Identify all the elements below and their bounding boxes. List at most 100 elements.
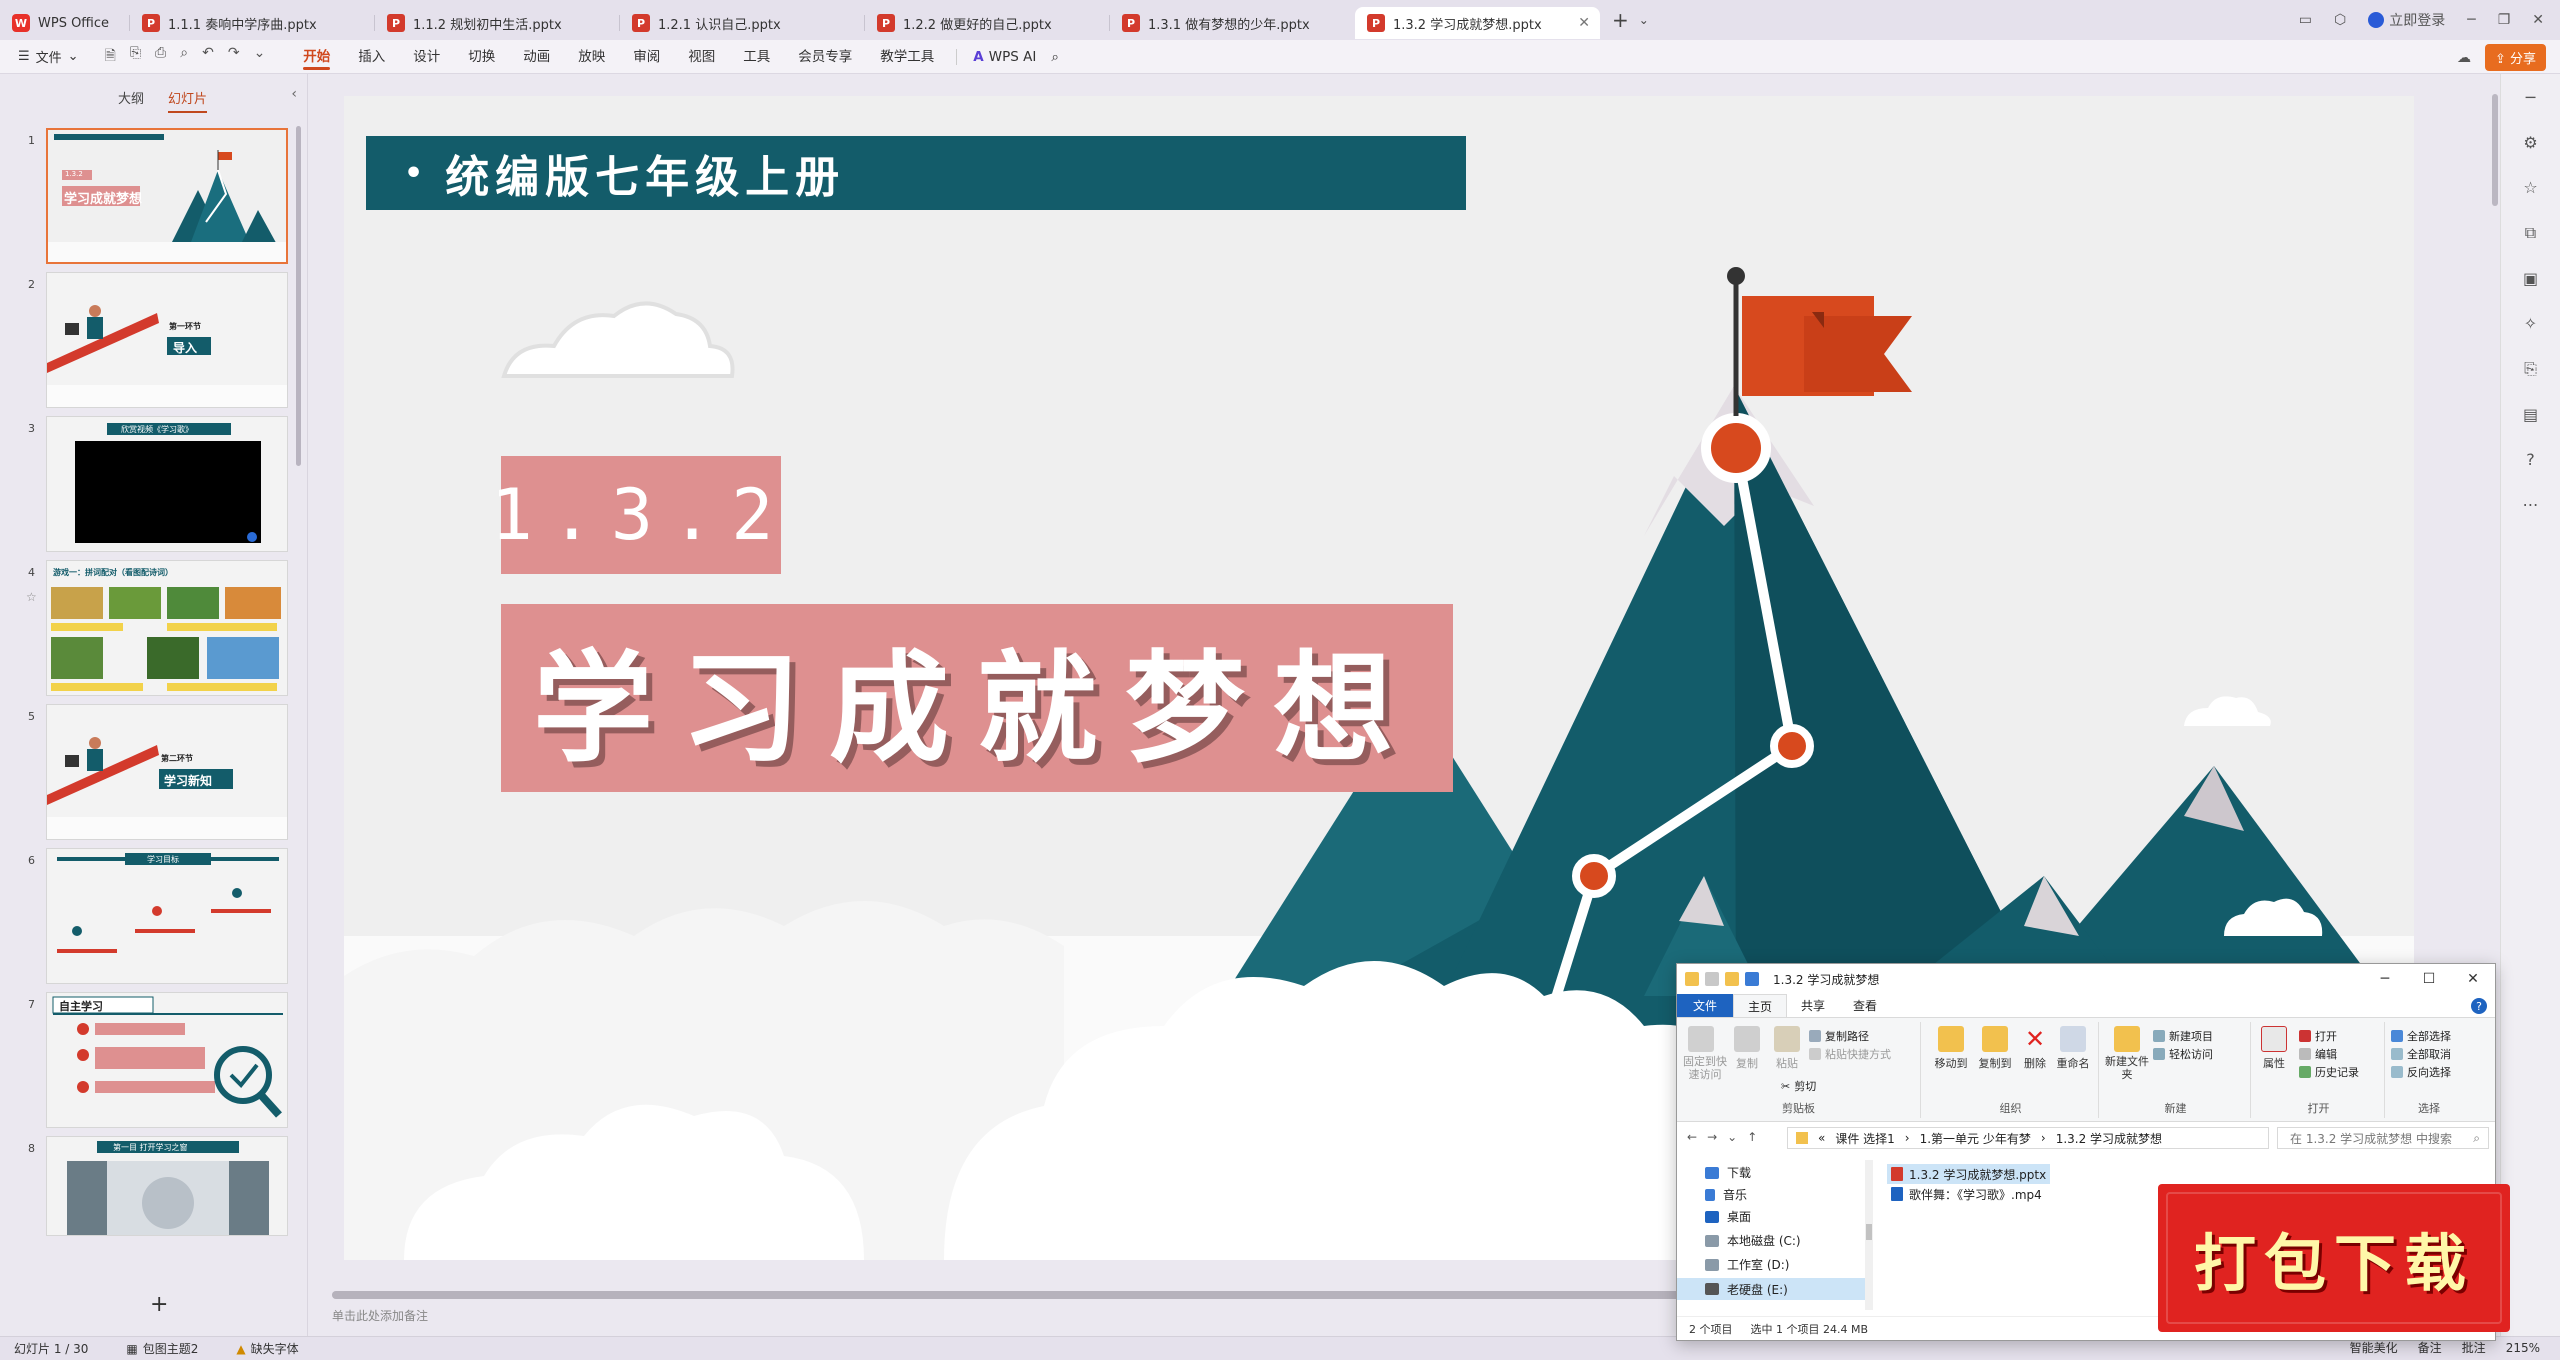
menu-tab-teaching-tools[interactable]: 教学工具 xyxy=(866,40,948,74)
cloud-sync-icon[interactable]: ☁ xyxy=(2457,50,2471,66)
image-icon[interactable]: ▣ xyxy=(2523,269,2538,288)
restore-icon[interactable]: ❐ xyxy=(2498,12,2511,28)
save-icon[interactable]: 🗎 xyxy=(105,45,116,69)
close-tab-icon[interactable]: ✕ xyxy=(1578,15,1590,31)
export-pdf-icon[interactable]: ⎘ xyxy=(130,45,141,69)
edit-button[interactable]: 编辑 xyxy=(2299,1046,2337,1062)
slide-thumb-row-2[interactable]: 2 第一环节 导入 xyxy=(0,272,300,408)
slide-thumbnail[interactable]: 游戏一：拼词配对（看图配诗词） xyxy=(46,560,288,696)
print-icon[interactable]: ⎙ xyxy=(155,45,166,69)
slide-thumbnail[interactable]: 自主学习 xyxy=(46,992,288,1128)
close-window-icon[interactable]: ✕ xyxy=(2532,12,2544,28)
doc-tab-5[interactable]: P 1.3.1 做有梦想的少年.pptx xyxy=(1110,7,1355,39)
menu-tab-slideshow[interactable]: 放映 xyxy=(564,40,619,74)
nav-item-downloads[interactable]: 下载 xyxy=(1705,1164,1751,1181)
slide-thumbnail[interactable]: 欣赏视频《学习歌》 xyxy=(46,416,288,552)
new-item-button[interactable]: 新建项目 xyxy=(2153,1028,2213,1044)
panel-scrollbar[interactable] xyxy=(296,126,301,466)
doc-tab-2[interactable]: P 1.1.2 规划初中生活.pptx xyxy=(375,7,620,39)
help-icon[interactable]: ? xyxy=(2526,450,2535,469)
zoom-level[interactable]: 215% xyxy=(2506,1341,2540,1355)
select-none-button[interactable]: 全部取消 xyxy=(2391,1046,2451,1062)
menu-tab-review[interactable]: 审阅 xyxy=(619,40,674,74)
file-menu[interactable]: ☰ 文件 ⌄ xyxy=(0,47,79,66)
notes-placeholder[interactable]: 单击此处添加备注 xyxy=(332,1307,428,1324)
menu-tab-view[interactable]: 视图 xyxy=(674,40,729,74)
up-icon[interactable]: ↑ xyxy=(1747,1130,1757,1144)
wps-ai-button[interactable]: A WPS AI ⌕ xyxy=(956,48,1059,65)
menu-tab-tools[interactable]: 工具 xyxy=(729,40,784,74)
search-icon[interactable]: ⌕ xyxy=(1051,49,1059,65)
settings-sliders-icon[interactable]: ⚙ xyxy=(2523,133,2537,152)
file-row[interactable]: 1.3.2 学习成就梦想.pptx xyxy=(1887,1164,2051,1184)
breadcrumb-item[interactable]: 课件 选择1 xyxy=(1835,1130,1894,1147)
minus-icon[interactable]: ─ xyxy=(2526,88,2536,107)
new-folder-icon[interactable] xyxy=(1725,972,1739,986)
comments-button[interactable]: 批注 xyxy=(2462,1339,2486,1356)
tab-outline[interactable]: 大纲 xyxy=(118,88,144,107)
missing-font-button[interactable]: ▲ 缺失字体 xyxy=(236,1340,298,1357)
new-folder-button[interactable]: 新建文件夹 xyxy=(2105,1026,2149,1081)
history-button[interactable]: 历史记录 xyxy=(2299,1064,2359,1080)
wps-home-tab[interactable]: W WPS Office xyxy=(0,7,130,39)
pin-quick-access-button[interactable]: 固定到快速访问 xyxy=(1681,1026,1727,1081)
slide-thumbnail[interactable]: 学习成就梦想 1.3.2 xyxy=(46,128,288,264)
share-button[interactable]: ⇪ 分享 xyxy=(2484,44,2546,71)
print-preview-icon[interactable]: ⌕ xyxy=(180,45,188,69)
doc-tab-3[interactable]: P 1.2.1 认识自己.pptx xyxy=(620,7,865,39)
rename-button[interactable]: 重命名 xyxy=(2053,1026,2093,1071)
slide-thumb-row-1[interactable]: 1 学习成就梦想 1.3.2 xyxy=(0,128,300,264)
nav-item-desktop[interactable]: 桌面 xyxy=(1705,1208,1751,1225)
breadcrumb-item[interactable]: 1.3.2 学习成就梦想 xyxy=(2056,1130,2162,1147)
cut-button[interactable]: ✂ 剪切 xyxy=(1781,1078,1816,1094)
invert-selection-button[interactable]: 反向选择 xyxy=(2391,1064,2451,1080)
nav-item-music[interactable]: 音乐 xyxy=(1705,1186,1747,1203)
star-icon[interactable]: ☆ xyxy=(26,590,37,604)
slide-thumb-row-7[interactable]: 7 自主学习 xyxy=(0,992,300,1128)
paste-button[interactable]: 粘贴 xyxy=(1769,1026,1805,1071)
download-package-badge[interactable]: 打包下载 xyxy=(2158,1184,2510,1332)
properties-icon[interactable] xyxy=(1705,972,1719,986)
help-icon[interactable]: ? xyxy=(2471,998,2487,1014)
slide-thumb-row-5[interactable]: 5 第二环节 学习新知 xyxy=(0,704,300,840)
properties-button[interactable]: 属性 xyxy=(2257,1026,2291,1071)
copy-icon[interactable]: ⧉ xyxy=(2525,223,2536,243)
notes-button[interactable]: 备注 xyxy=(2418,1339,2442,1356)
doc-tab-4[interactable]: P 1.2.2 做更好的自己.pptx xyxy=(865,7,1110,39)
slide-thumbnail[interactable]: 第二环节 学习新知 xyxy=(46,704,288,840)
menu-tab-member[interactable]: 会员专享 xyxy=(784,40,866,74)
nav-scrollbar[interactable] xyxy=(1865,1160,1873,1310)
theme-button[interactable]: ▦ 包图主题2 xyxy=(126,1340,198,1357)
chart-icon[interactable]: ▤ xyxy=(2523,405,2538,424)
smart-beautify-button[interactable]: 智能美化 xyxy=(2350,1339,2398,1356)
new-tab-icon[interactable]: + xyxy=(1612,8,1629,32)
breadcrumb-overflow-icon[interactable]: « xyxy=(1818,1131,1825,1145)
login-button[interactable]: 立即登录 xyxy=(2368,10,2445,30)
minimize-icon[interactable]: ─ xyxy=(2363,964,2407,994)
menu-tab-insert[interactable]: 插入 xyxy=(344,40,399,74)
paste-shortcut-button[interactable]: 粘贴快捷方式 xyxy=(1809,1046,1891,1062)
easy-access-button[interactable]: 轻松访问 xyxy=(2153,1046,2213,1062)
tab-slides[interactable]: 幻灯片 xyxy=(168,88,208,113)
copy-path-button[interactable]: 复制路径 xyxy=(1809,1028,1869,1044)
vertical-scrollbar[interactable] xyxy=(2492,94,2498,206)
more-icon[interactable]: ⋯ xyxy=(2523,495,2539,514)
ribbon-tab-share[interactable]: 共享 xyxy=(1787,994,1839,1017)
copy-to-button[interactable]: 复制到 xyxy=(1975,1026,2015,1071)
back-icon[interactable]: ← xyxy=(1687,1130,1697,1144)
menu-tab-design[interactable]: 设计 xyxy=(399,40,454,74)
move-to-button[interactable]: 移动到 xyxy=(1931,1026,1971,1071)
slide-thumb-row-4[interactable]: 4 ☆ 游戏一：拼词配对（看图配诗词） xyxy=(0,560,300,696)
chevron-down-icon[interactable]: ⌄ xyxy=(254,45,266,69)
tablet-mode-icon[interactable]: ▭ xyxy=(2299,12,2312,28)
file-row[interactable]: 歌伴舞：《学习歌》.mp4 xyxy=(1887,1184,2050,1204)
add-slide-button[interactable]: + xyxy=(150,1292,168,1317)
nav-item-drive-d[interactable]: 工作室 (D:) xyxy=(1705,1256,1789,1273)
maximize-icon[interactable]: ☐ xyxy=(2407,964,2451,994)
scrollbar-thumb[interactable] xyxy=(1866,1224,1872,1240)
ribbon-tab-home[interactable]: 主页 xyxy=(1733,994,1788,1017)
address-bar[interactable]: « 课件 选择1 › 1.第一单元 少年有梦 › 1.3.2 学习成就梦想 xyxy=(1787,1127,2269,1149)
redo-icon[interactable]: ↷ xyxy=(228,45,240,69)
close-icon[interactable]: ✕ xyxy=(2451,964,2495,994)
undo-icon[interactable]: ↶ xyxy=(202,45,214,69)
